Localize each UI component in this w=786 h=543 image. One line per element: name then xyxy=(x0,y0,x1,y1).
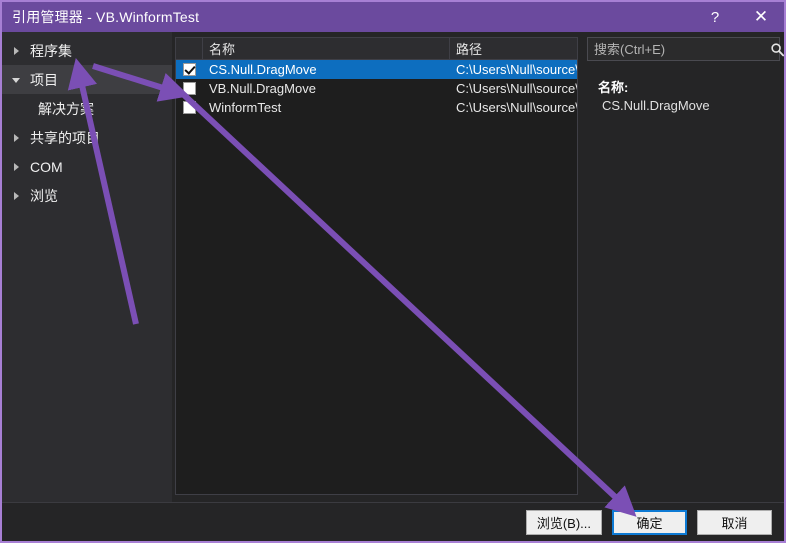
column-header-path[interactable]: 路径 xyxy=(450,38,577,59)
sidebar-item-browse[interactable]: 浏览 xyxy=(2,181,172,210)
sidebar-item-projects[interactable]: 项目 xyxy=(2,65,172,94)
reference-list[interactable]: 名称 路径 CS.Null.DragMove C:\Users\Null\sou… xyxy=(175,37,578,495)
sidebar-item-com[interactable]: COM xyxy=(2,152,172,181)
cell-name: CS.Null.DragMove xyxy=(209,62,317,77)
cell-path: C:\Users\Null\source\... xyxy=(456,62,577,77)
cell-path: C:\Users\Null\source\... xyxy=(456,81,577,96)
help-icon[interactable]: ? xyxy=(692,2,738,32)
detail-block: 名称: CS.Null.DragMove xyxy=(598,77,778,113)
close-icon[interactable]: ✕ xyxy=(738,2,784,32)
sidebar-item-label: 解决方案 xyxy=(38,100,94,117)
list-rows: CS.Null.DragMove C:\Users\Null\source\..… xyxy=(176,60,577,494)
table-row[interactable]: WinformTest C:\Users\Null\source\... xyxy=(176,98,577,117)
reference-manager-dialog: 引用管理器 - VB.WinformTest ? ✕ 程序集 项目 解决方案 共… xyxy=(0,0,786,543)
sidebar-item-shared-projects[interactable]: 共享的项目 xyxy=(2,123,172,152)
row-checkbox-cell[interactable] xyxy=(176,82,203,95)
sidebar-item-label: 程序集 xyxy=(30,42,72,59)
chevron-down-icon[interactable] xyxy=(10,73,24,87)
search-box[interactable] xyxy=(587,37,784,61)
reference-list-panel: 名称 路径 CS.Null.DragMove C:\Users\Null\sou… xyxy=(172,32,584,502)
cell-path: C:\Users\Null\source\... xyxy=(456,100,577,115)
cancel-button[interactable]: 取消 xyxy=(697,509,772,535)
dialog-footer: 浏览(B)... 确定 取消 xyxy=(2,502,784,541)
cell-name: VB.Null.DragMove xyxy=(209,81,316,96)
header-checkbox-column xyxy=(176,38,203,59)
row-checkbox-cell[interactable] xyxy=(176,101,203,114)
table-row[interactable]: CS.Null.DragMove C:\Users\Null\source\..… xyxy=(176,60,577,79)
search-icon[interactable] xyxy=(770,42,784,57)
checkbox-unchecked-icon[interactable] xyxy=(183,101,196,114)
chevron-right-icon[interactable] xyxy=(10,44,24,58)
sidebar-item-label: 共享的项目 xyxy=(30,129,100,146)
dialog-body: 程序集 项目 解决方案 共享的项目 COM 浏览 名称 路径 CS.Null.D… xyxy=(2,32,784,502)
browse-button[interactable]: 浏览(B)... xyxy=(525,509,602,535)
detail-name-value: CS.Null.DragMove xyxy=(602,98,710,113)
column-header-name[interactable]: 名称 xyxy=(203,38,450,59)
list-header: 名称 路径 xyxy=(176,38,577,60)
detail-name-label: 名称: xyxy=(598,80,629,95)
sidebar-item-label: 项目 xyxy=(30,71,58,88)
checkbox-checked-icon[interactable] xyxy=(183,63,196,76)
row-checkbox-cell[interactable] xyxy=(176,63,203,76)
category-sidebar: 程序集 项目 解决方案 共享的项目 COM 浏览 xyxy=(2,32,172,502)
chevron-right-icon[interactable] xyxy=(10,160,24,174)
table-row[interactable]: VB.Null.DragMove C:\Users\Null\source\..… xyxy=(176,79,577,98)
window-title: 引用管理器 - VB.WinformTest xyxy=(12,9,200,25)
sidebar-item-solution[interactable]: 解决方案 xyxy=(2,94,172,123)
sidebar-item-assemblies[interactable]: 程序集 xyxy=(2,36,172,65)
checkbox-unchecked-icon[interactable] xyxy=(183,82,196,95)
title-bar[interactable]: 引用管理器 - VB.WinformTest ? ✕ xyxy=(2,2,784,32)
sidebar-item-label: 浏览 xyxy=(30,187,58,204)
search-input[interactable] xyxy=(588,41,770,57)
cell-name: WinformTest xyxy=(209,100,282,115)
ok-button[interactable]: 确定 xyxy=(612,509,687,535)
chevron-right-icon[interactable] xyxy=(10,131,24,145)
chevron-right-icon[interactable] xyxy=(10,189,24,203)
detail-panel: 名称: CS.Null.DragMove xyxy=(584,32,784,502)
sidebar-item-label: COM xyxy=(30,158,63,175)
